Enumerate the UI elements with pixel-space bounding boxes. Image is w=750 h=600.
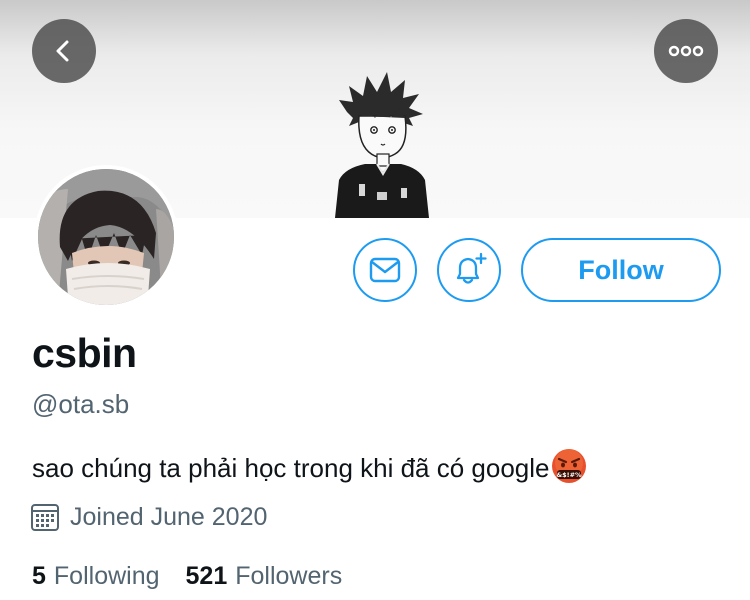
more-options-button[interactable] bbox=[654, 19, 718, 83]
banner-character-illustration bbox=[335, 72, 429, 218]
following-link[interactable]: 5 Following bbox=[32, 562, 160, 591]
calendar-icon bbox=[31, 504, 59, 531]
profile-handle: @ota.sb bbox=[32, 389, 130, 419]
following-label: Following bbox=[53, 562, 160, 590]
following-count: 5 bbox=[32, 562, 46, 590]
followers-label: Followers bbox=[235, 562, 343, 590]
profile-bio: sao chúng ta phải học trong khi đã có go… bbox=[32, 448, 587, 484]
chevron-left-icon bbox=[56, 40, 69, 62]
bio-text: sao chúng ta phải học trong khi đã có go… bbox=[32, 453, 550, 483]
face-with-symbols-on-mouth-icon: &$!#% bbox=[551, 449, 586, 483]
follow-stats: 5 Following 521 Followers bbox=[32, 562, 342, 591]
more-horizontal-icon bbox=[668, 45, 704, 57]
profile-name: csbin bbox=[32, 330, 137, 376]
followers-link[interactable]: 521 Followers bbox=[186, 562, 343, 591]
bell-plus-icon bbox=[456, 252, 487, 284]
joined-date-row: Joined June 2020 bbox=[30, 502, 267, 532]
profile-avatar[interactable] bbox=[34, 165, 178, 309]
follow-button[interactable]: Follow bbox=[521, 238, 721, 302]
avatar-photo bbox=[38, 169, 174, 305]
svg-text:&$!#%: &$!#% bbox=[556, 471, 582, 479]
followers-count: 521 bbox=[185, 562, 228, 590]
envelope-icon bbox=[369, 257, 401, 283]
joined-date-text: Joined June 2020 bbox=[70, 502, 268, 531]
back-button[interactable] bbox=[32, 19, 96, 83]
notifications-button[interactable] bbox=[437, 238, 501, 302]
message-button[interactable] bbox=[353, 238, 417, 302]
